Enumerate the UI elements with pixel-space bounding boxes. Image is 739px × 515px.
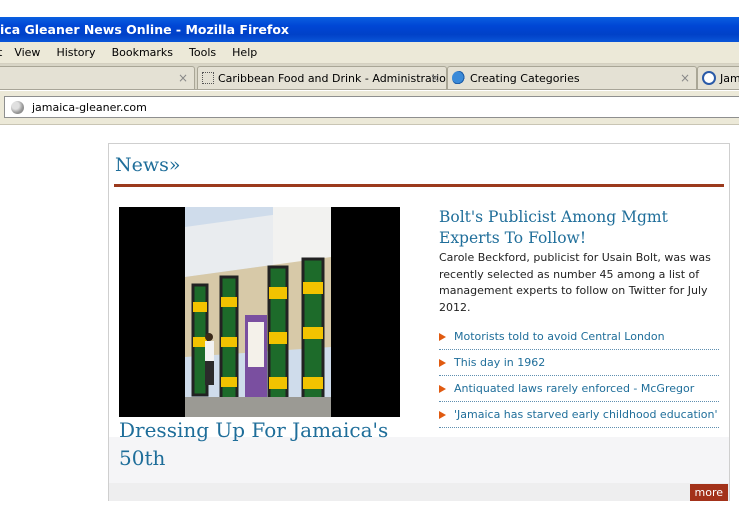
arrow-right-icon	[439, 384, 446, 393]
close-icon[interactable]: ×	[178, 71, 188, 85]
tab-strip: × Caribbean Food and Drink - Administrat…	[0, 64, 739, 90]
close-icon[interactable]: ×	[680, 71, 690, 85]
menu-bar: t View History Bookmarks Tools Help	[0, 42, 739, 64]
hero-image[interactable]	[119, 207, 400, 417]
more-button[interactable]: more	[689, 484, 728, 501]
news-heading-link[interactable]: News»	[115, 154, 181, 176]
screen-top-strip	[0, 0, 739, 17]
menu-help[interactable]: Help	[232, 46, 257, 59]
blank-page-icon	[202, 72, 214, 84]
window-title: ica Gleaner News Online - Mozilla Firefo…	[0, 22, 289, 37]
globe-icon	[11, 100, 24, 114]
related-link-text[interactable]: 'Jamaica has starved early childhood edu…	[454, 408, 718, 421]
menu-bookmarks[interactable]: Bookmarks	[112, 46, 173, 59]
gleaner-icon	[702, 71, 716, 85]
related-link-text[interactable]: Antiquated laws rarely enforced - McGreg…	[454, 382, 694, 395]
tab-label: Jam	[720, 71, 739, 85]
building-photo-illustration	[185, 207, 331, 417]
news-module: News» Dressing Up For Jamaica's 50th Bol…	[108, 143, 730, 501]
url-bar[interactable]: jamaica-gleaner.com	[4, 96, 739, 118]
menu-file[interactable]: t	[0, 46, 2, 59]
related-link-item[interactable]: This day in 1962	[439, 350, 719, 376]
menu-history[interactable]: History	[56, 46, 95, 59]
related-link-item[interactable]: Antiquated laws rarely enforced - McGreg…	[439, 376, 719, 402]
tab-label: Creating Categories	[470, 71, 580, 85]
url-text[interactable]: jamaica-gleaner.com	[32, 101, 147, 114]
tab-gleaner-current[interactable]: ×	[0, 66, 195, 89]
arrow-right-icon	[439, 332, 446, 341]
related-link-text[interactable]: This day in 1962	[454, 356, 545, 369]
related-links: Motorists told to avoid Central London T…	[439, 324, 719, 428]
navigation-toolbar: jamaica-gleaner.com	[0, 91, 739, 125]
hero-caption-link[interactable]: Dressing Up For Jamaica's 50th	[119, 416, 409, 472]
news-divider	[114, 184, 724, 187]
related-link-text[interactable]: Motorists told to avoid Central London	[454, 330, 665, 343]
story-headline-link[interactable]: Bolt's Publicist Among Mgmt Experts To F…	[439, 207, 724, 249]
tab-creating-categories[interactable]: Creating Categories ×	[447, 66, 697, 89]
cloud-icon	[452, 71, 466, 85]
tab-label: Caribbean Food and Drink - Administratio…	[218, 71, 447, 85]
related-link-item[interactable]: 'Jamaica has starved early childhood edu…	[439, 402, 719, 428]
close-icon[interactable]: ×	[430, 71, 440, 85]
tab-jamaica-gleaner[interactable]: Jam	[697, 66, 739, 89]
decorated-building-photo	[185, 207, 331, 417]
menu-tools[interactable]: Tools	[189, 46, 216, 59]
arrow-right-icon	[439, 358, 446, 367]
module-footer: more	[109, 483, 729, 501]
arrow-right-icon	[439, 410, 446, 419]
story-summary: Carole Beckford, publicist for Usain Bol…	[439, 251, 711, 314]
menu-view[interactable]: View	[14, 46, 40, 59]
related-link-item[interactable]: Motorists told to avoid Central London	[439, 324, 719, 350]
window-title-bar: ica Gleaner News Online - Mozilla Firefo…	[0, 17, 739, 42]
tab-caribbean-food[interactable]: Caribbean Food and Drink - Administratio…	[197, 66, 447, 89]
